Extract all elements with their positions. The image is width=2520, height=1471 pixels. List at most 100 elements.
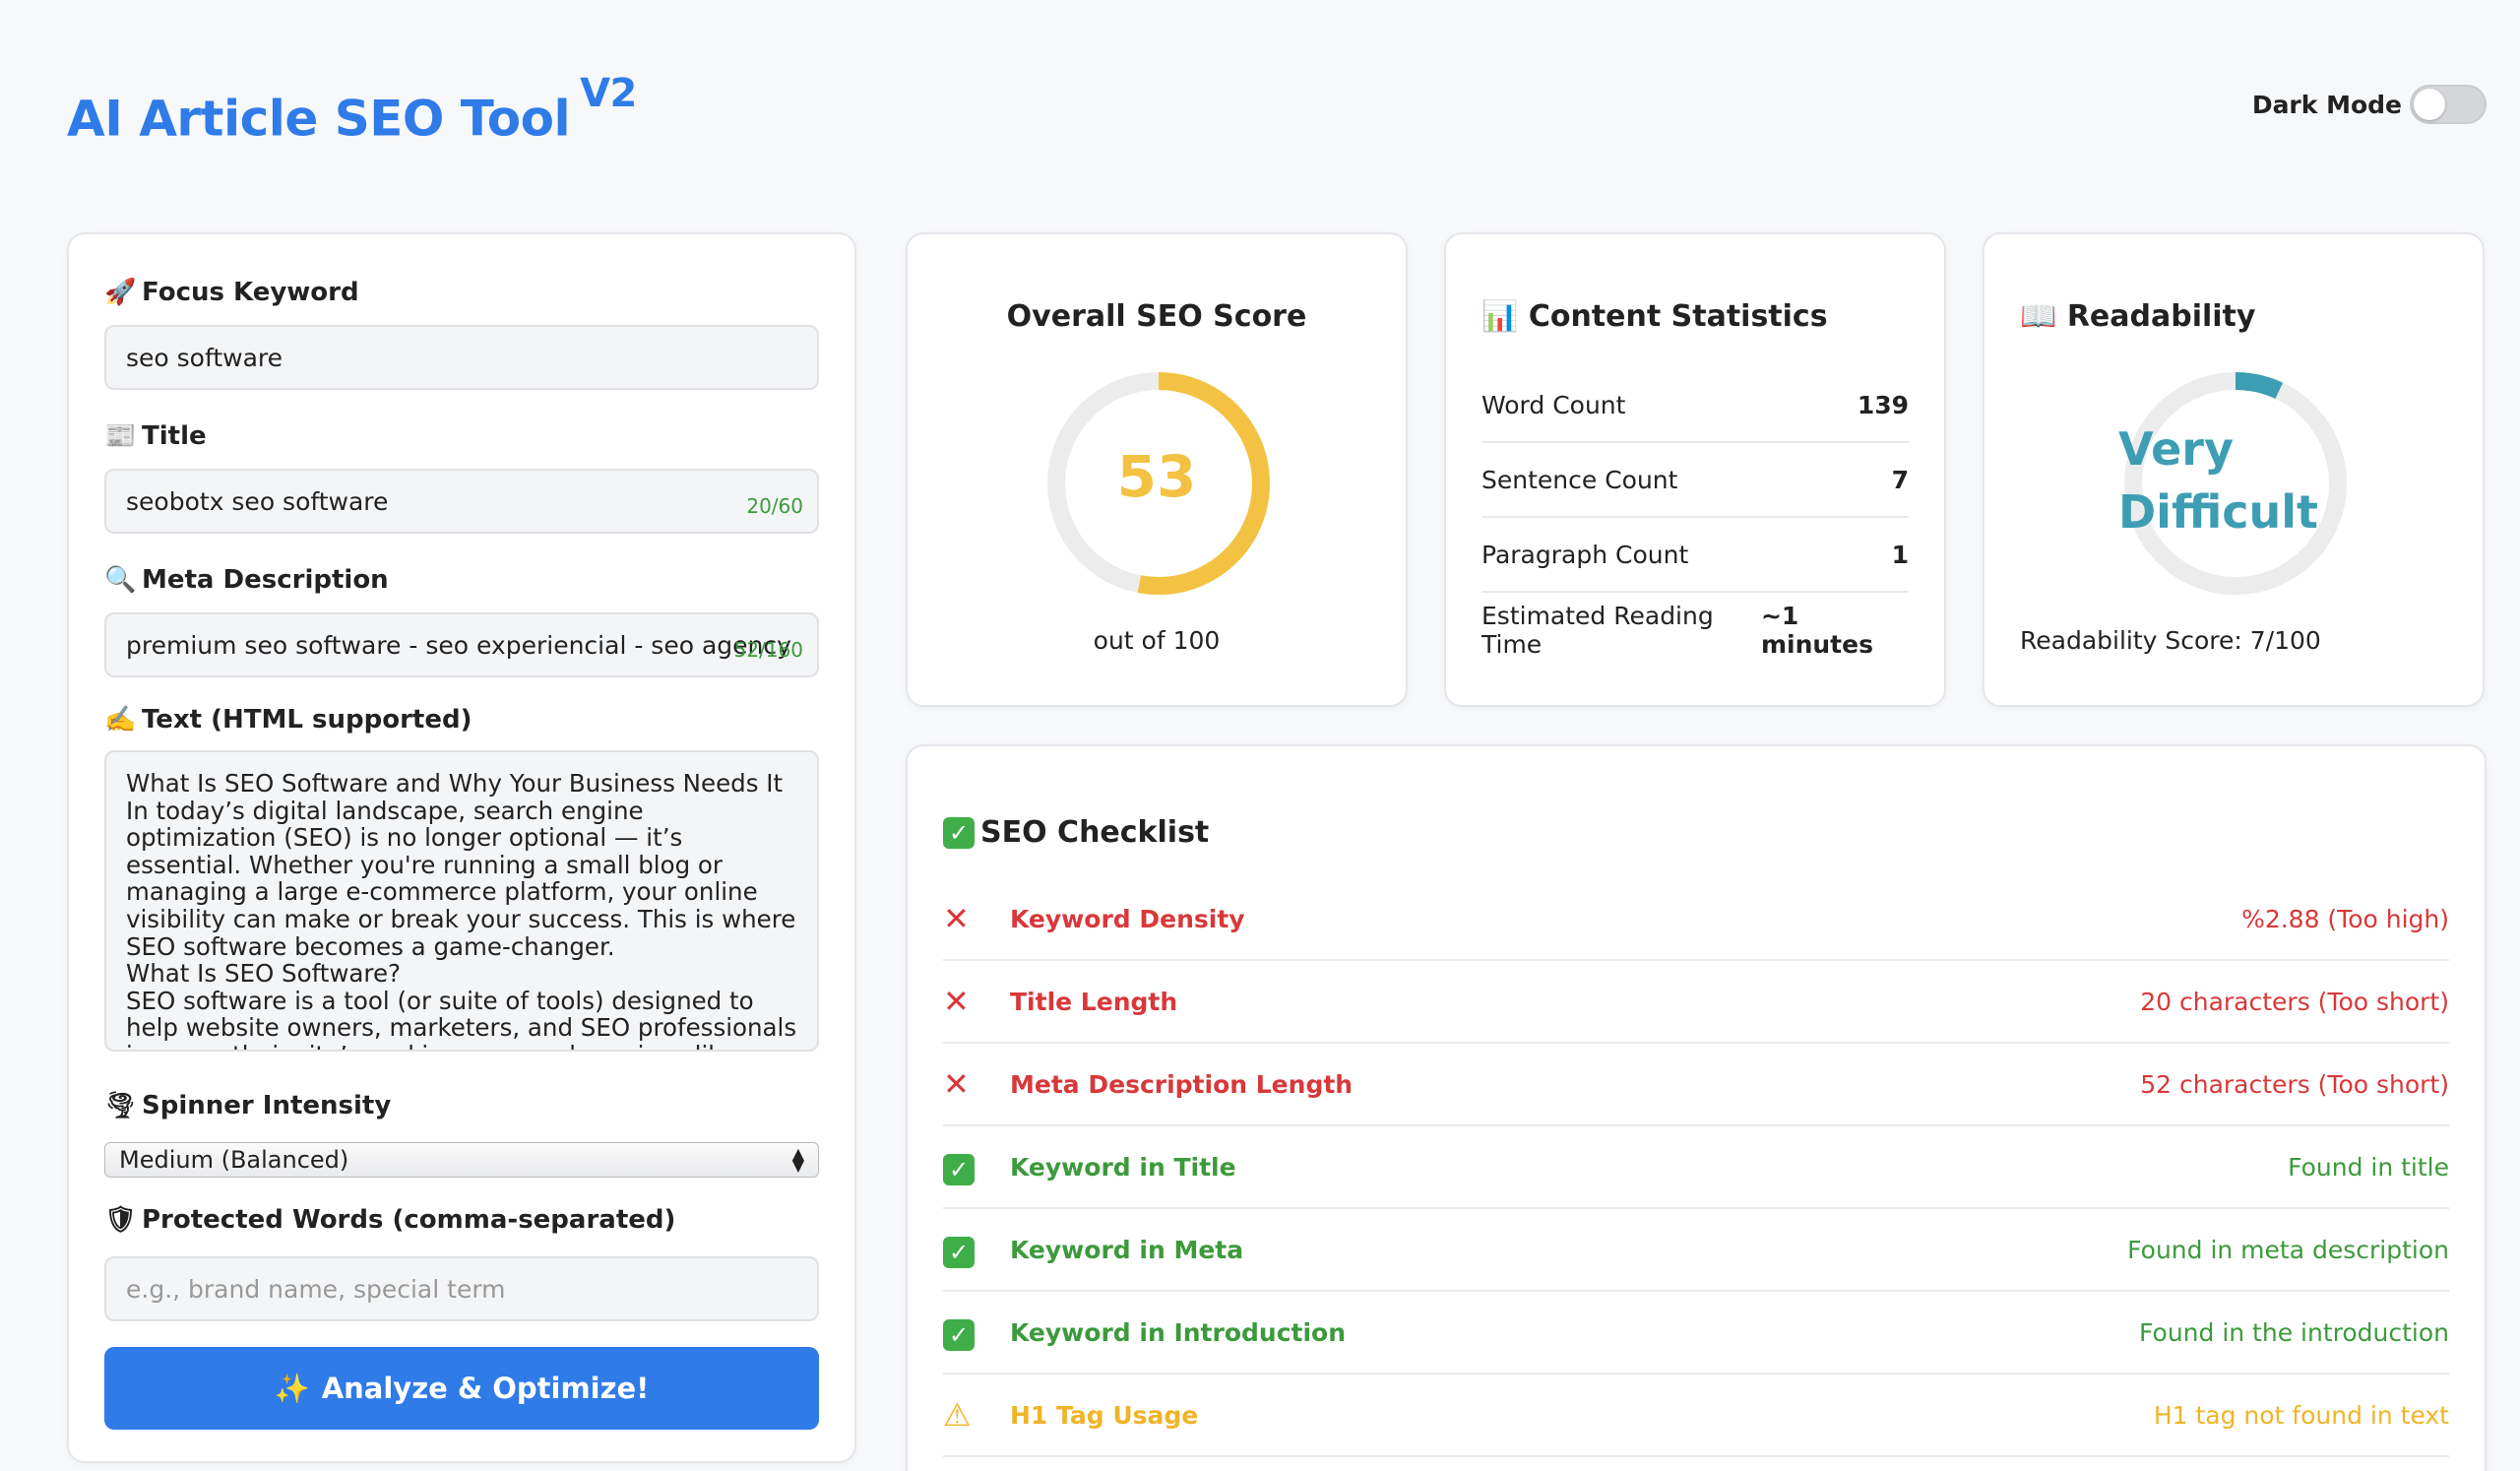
stats-title-text: Content Statistics [1528, 299, 1828, 334]
toggle-knob [2414, 89, 2445, 120]
stat-row-reading-time: Estimated Reading Time ~1 minutes [1481, 593, 1909, 668]
seo-score-subtitle: out of 100 [1093, 626, 1221, 655]
checklist-item-name: Keyword in Introduction [1010, 1317, 1347, 1347]
cross-icon: ✕ [943, 900, 970, 937]
readability-score-text: Readability Score: 7/100 [2020, 626, 2321, 655]
app-title: AI Article SEO Tool [67, 90, 571, 148]
content-statistics-card: 📊 Content Statistics Word Count 139 Sent… [1444, 232, 1946, 707]
sparkles-icon: ✨ [274, 1371, 310, 1405]
select-arrows-icon: ▲ ▼ [791, 1144, 804, 1175]
stat-label: Word Count [1481, 390, 1626, 419]
stat-row-sentence-count: Sentence Count 7 [1481, 443, 1909, 518]
readability-level-line1: Very [2118, 422, 2234, 476]
seo-score-title: Overall SEO Score [1006, 299, 1307, 334]
stat-value: 7 [1891, 465, 1909, 494]
rocket-icon: 🚀 [104, 278, 137, 307]
readability-card: 📖 Readability Very Difficult Readability… [1983, 232, 2485, 707]
protected-words-input[interactable]: e.g., brand name, special term [104, 1256, 819, 1321]
meta-value: premium seo software - seo experiencial … [126, 630, 791, 660]
checklist-item-result: 52 characters (Too short) [2140, 1069, 2449, 1099]
title-input[interactable]: seobotx seo software 20/60 [104, 469, 819, 534]
protected-words-placeholder: e.g., brand name, special term [126, 1274, 506, 1304]
stat-value: 139 [1857, 390, 1909, 419]
checklist-item-result: Found in meta description [2127, 1235, 2449, 1264]
checklist-title: ✓ SEO Checklist [943, 815, 1209, 850]
focus-keyword-label-text: Focus Keyword [142, 278, 359, 307]
seo-checklist-card: ✓ SEO Checklist ✕ Keyword Density %2.88 (… [906, 744, 2487, 1471]
spinner-label: 🌪 Spinner Intensity [104, 1091, 391, 1120]
protected-words-label-text: Protected Words (comma-separated) [142, 1205, 676, 1235]
checklist-item-name: Keyword in Meta [1010, 1235, 1244, 1264]
checklist-item-meta-length: ✕ Meta Description Length 52 characters (… [943, 1044, 2449, 1126]
dark-mode-label: Dark Mode [2251, 90, 2402, 119]
tornado-icon: 🌪 [104, 1091, 138, 1120]
checklist-item-keyword-in-title: ✓ Keyword in Title Found in title [943, 1126, 2449, 1209]
seo-score-value: 53 [1116, 443, 1197, 510]
checklist-item-keyword-density: ✕ Keyword Density %2.88 (Too high) [943, 878, 2449, 961]
focus-keyword-label: 🚀 Focus Keyword [104, 278, 359, 307]
spinner-selected-value: Medium (Balanced) [119, 1146, 349, 1174]
spinner-intensity-select[interactable]: Medium (Balanced) ▲ ▼ [104, 1142, 819, 1178]
shield-icon: 🛡 [104, 1205, 138, 1235]
checklist-item-result: H1 tag not found in text [2153, 1400, 2449, 1430]
checklist-item-result: Found in title [2288, 1152, 2449, 1182]
title-value: seobotx seo software [126, 486, 389, 516]
checklist-item-keyword-in-meta: ✓ Keyword in Meta Found in meta descripti… [943, 1209, 2449, 1292]
seo-score-card: Overall SEO Score 53 out of 100 [906, 232, 1408, 707]
check-mark-icon: ✓ [943, 1231, 1010, 1268]
analyze-button[interactable]: ✨ Analyze & Optimize! [104, 1347, 819, 1430]
checklist-item-name: Title Length [1010, 987, 1178, 1016]
warning-icon: ⚠ [943, 1396, 972, 1434]
stat-label: Paragraph Count [1481, 540, 1689, 569]
title-label-text: Title [142, 421, 207, 451]
focus-keyword-input[interactable]: seo software [104, 325, 819, 390]
check-mark-icon: ✓ [943, 1148, 1010, 1185]
checklist-item-name: Keyword Density [1010, 904, 1245, 933]
magnifier-icon: 🔍 [104, 565, 137, 595]
bar-chart-icon: 📊 [1481, 299, 1519, 334]
spinner-label-text: Spinner Intensity [142, 1091, 392, 1120]
analyze-button-label: Analyze & Optimize! [321, 1372, 650, 1405]
article-text-area[interactable]: What Is SEO Software and Why Your Busine… [104, 750, 819, 1052]
checklist-item-result: %2.88 (Too high) [2241, 904, 2449, 933]
stat-value: 1 [1891, 540, 1909, 569]
stats-title: 📊 Content Statistics [1481, 299, 1828, 334]
readability-title: 📖 Readability [2020, 299, 2255, 334]
meta-char-counter: 52/160 [733, 638, 803, 662]
cross-icon: ✕ [943, 983, 970, 1020]
input-form-card: 🚀 Focus Keyword seo software 📰 Title seo… [67, 232, 856, 1463]
checklist-item-name: Meta Description Length [1010, 1069, 1354, 1099]
version-badge: V2 [580, 71, 637, 116]
dark-mode-control: Dark Mode [2252, 85, 2487, 124]
checklist-item-keyword-in-intro: ✓ Keyword in Introduction Found in the in… [943, 1292, 2449, 1375]
stat-row-paragraph-count: Paragraph Count 1 [1481, 518, 1909, 593]
page-title: AI Article SEO Tool V2 [67, 71, 637, 148]
stat-label: Sentence Count [1481, 465, 1678, 494]
focus-keyword-value: seo software [126, 343, 284, 372]
checklist-item-title-length: ✕ Title Length 20 characters (Too short) [943, 961, 2449, 1044]
check-mark-icon: ✓ [943, 816, 975, 849]
meta-label-text: Meta Description [142, 565, 389, 595]
readability-title-text: Readability [2066, 299, 2256, 334]
meta-label: 🔍 Meta Description [104, 565, 389, 595]
title-label: 📰 Title [104, 421, 207, 451]
writing-hand-icon: ✍️ [104, 705, 137, 735]
checklist-title-text: SEO Checklist [980, 815, 1210, 850]
stat-label: Estimated Reading Time [1481, 602, 1714, 659]
readability-level-line2: Difficult [2118, 485, 2319, 539]
newspaper-icon: 📰 [104, 421, 137, 451]
text-label: ✍️ Text (HTML supported) [104, 705, 472, 735]
title-char-counter: 20/60 [746, 494, 803, 518]
checklist-item-result: Found in the introduction [2139, 1317, 2449, 1347]
checklist-item-result: 20 characters (Too short) [2140, 987, 2449, 1016]
meta-description-input[interactable]: premium seo software - seo experiencial … [104, 612, 819, 677]
check-mark-icon: ✓ [943, 1313, 1010, 1351]
checklist-item-h1-usage: ⚠ H1 Tag Usage H1 tag not found in text [943, 1375, 2449, 1457]
text-label-text: Text (HTML supported) [142, 705, 472, 735]
open-book-icon: 📖 [2020, 299, 2057, 334]
readability-level: Very Difficult [2118, 417, 2318, 544]
checklist-item-name: Keyword in Title [1010, 1152, 1236, 1182]
protected-words-label: 🛡 Protected Words (comma-separated) [104, 1205, 675, 1235]
checklist-item-name: H1 Tag Usage [1010, 1400, 1199, 1430]
dark-mode-toggle[interactable] [2410, 85, 2487, 124]
